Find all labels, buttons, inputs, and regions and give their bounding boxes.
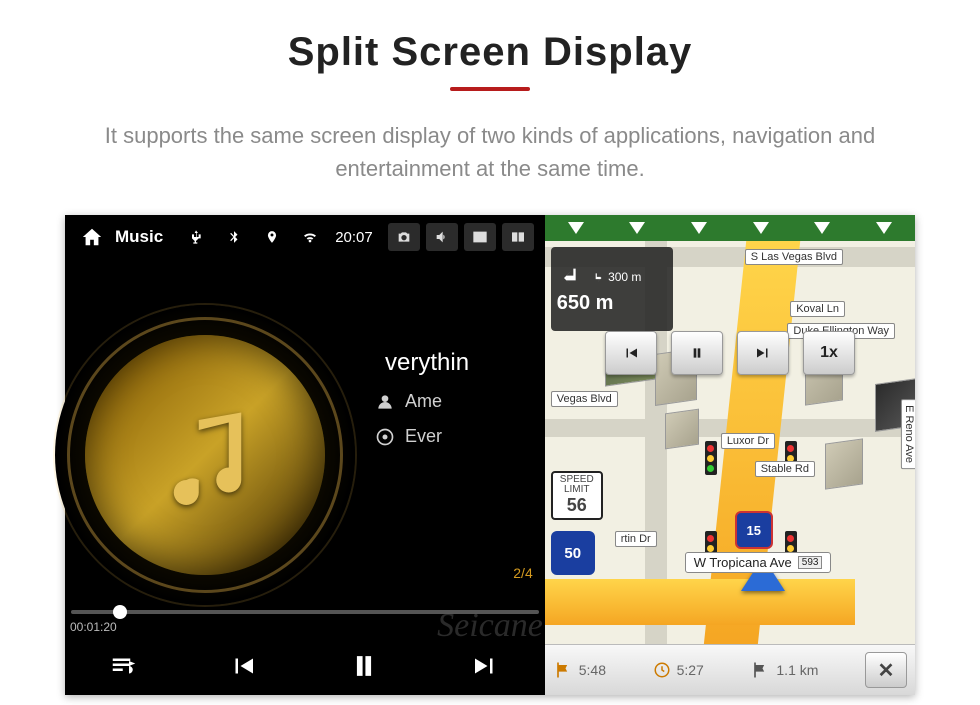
playlist-icon[interactable]: [109, 651, 139, 686]
prev-track-icon[interactable]: [228, 651, 258, 686]
checkered-flag-icon: [750, 660, 770, 680]
wifi-icon: [297, 224, 323, 250]
time-elapsed: 00:01:20: [70, 620, 117, 634]
track-counter: 2/4: [513, 565, 532, 581]
lane-arrow-icon: [876, 222, 892, 234]
title-underline: [450, 87, 530, 91]
artist-icon: [375, 392, 395, 412]
street-label: E Reno Ave: [901, 399, 915, 469]
sim-prev-icon[interactable]: [605, 331, 657, 375]
track-title: verythin: [385, 349, 469, 377]
map-lane-guidance: [545, 215, 915, 241]
nav-bottom-bar: 5:48 5:27 1.1 km ✕: [545, 644, 915, 695]
sim-speed-button[interactable]: 1x: [803, 331, 855, 375]
traffic-light-icon: [705, 441, 717, 475]
player-controls: [65, 641, 545, 695]
flag-icon: [553, 660, 573, 680]
home-icon[interactable]: [79, 224, 105, 250]
lane-arrow-icon: [568, 222, 584, 234]
split-screen-device: Music 20:07: [65, 215, 915, 695]
close-window-icon[interactable]: [464, 223, 496, 251]
street-label: S Las Vegas Blvd: [745, 249, 843, 265]
lane-arrow-icon: [691, 222, 707, 234]
time-remaining[interactable]: 5:27: [653, 661, 704, 679]
track-info: verythin Ame Ever: [375, 335, 535, 461]
bluetooth-icon: [221, 224, 247, 250]
street-label: Luxor Dr: [721, 433, 775, 449]
distance-remaining[interactable]: 1.1 km: [750, 660, 818, 680]
album-icon: [375, 427, 395, 447]
turn-instruction: 300 m 650 m: [551, 247, 673, 331]
close-nav-button[interactable]: ✕: [865, 652, 907, 688]
usb-icon[interactable]: [183, 224, 209, 250]
status-clock: 20:07: [335, 229, 373, 246]
navigation-pane: S Las Vegas Blvd Koval Ln Duke Ellington…: [545, 215, 915, 695]
track-album: Ever: [405, 426, 442, 447]
track-artist: Ame: [405, 391, 442, 412]
progress-bar[interactable]: [71, 610, 539, 614]
clock-icon: [653, 661, 671, 679]
street-label: Vegas Blvd: [551, 391, 618, 407]
volume-icon[interactable]: [426, 223, 458, 251]
music-pane: Music 20:07: [65, 215, 545, 695]
turn-left-icon: [557, 264, 585, 292]
route-shield: 50: [551, 531, 595, 575]
page-subtitle: It supports the same screen display of t…: [40, 119, 940, 185]
sim-next-icon[interactable]: [737, 331, 789, 375]
sim-controls: 1x: [605, 331, 855, 375]
location-icon: [259, 224, 285, 250]
music-note-icon: [165, 405, 245, 505]
pause-icon[interactable]: [347, 649, 381, 688]
interstate-shield: 15: [735, 511, 773, 549]
lane-arrow-icon: [629, 222, 645, 234]
app-title: Music: [115, 227, 163, 247]
screenshot-icon[interactable]: [388, 223, 420, 251]
street-label: Stable Rd: [755, 461, 815, 477]
street-label: rtin Dr: [615, 531, 657, 547]
split-screen-icon[interactable]: [502, 223, 534, 251]
eta-display[interactable]: 5:48: [553, 660, 606, 680]
status-bar: Music 20:07: [65, 215, 545, 259]
page-title: Split Screen Display: [0, 30, 980, 75]
sim-pause-icon[interactable]: [671, 331, 723, 375]
progress-knob[interactable]: [113, 605, 127, 619]
speed-limit-sign: SPEED LIMIT 56: [551, 471, 603, 520]
lane-arrow-icon: [814, 222, 830, 234]
street-label: Koval Ln: [790, 301, 845, 317]
next-track-icon[interactable]: [470, 651, 500, 686]
lane-arrow-icon: [753, 222, 769, 234]
current-road-label: W Tropicana Ave 593: [685, 552, 832, 573]
album-art: [55, 305, 355, 605]
turn-right-small-icon: [591, 271, 605, 285]
